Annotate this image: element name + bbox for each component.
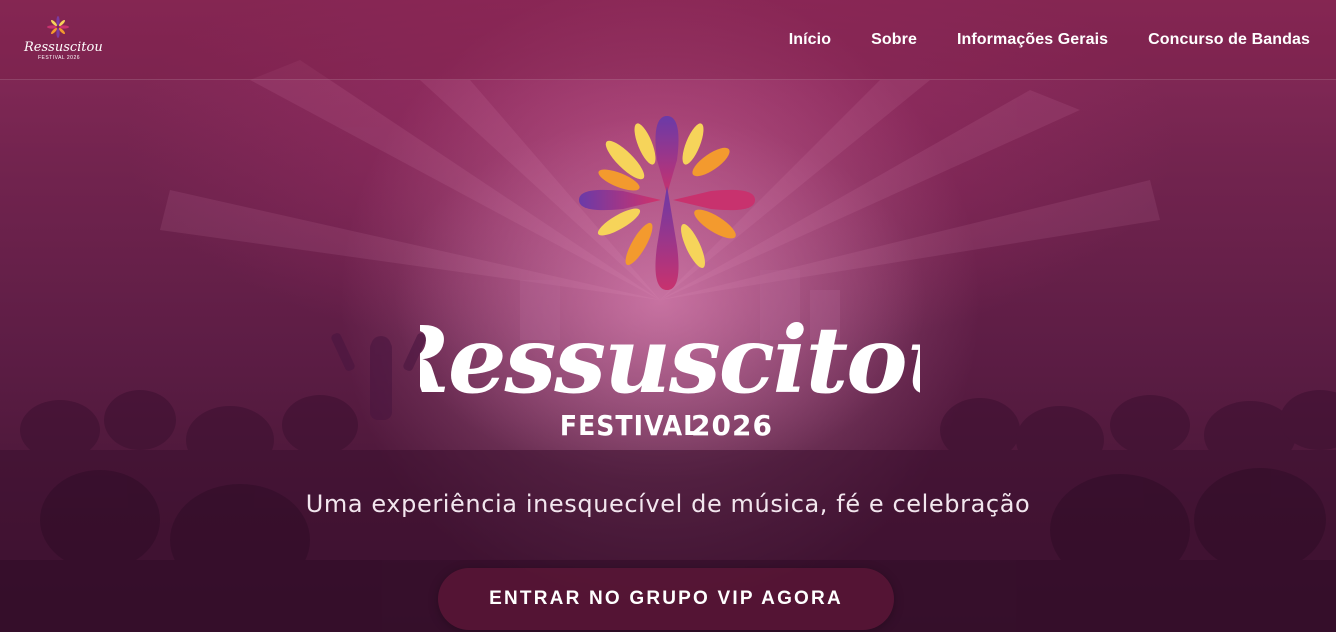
festival-logo: Ressuscitou FESTIVAL 2026 [420,116,920,442]
main-nav: Início Sobre Informações Gerais Concurso… [749,31,1310,49]
brand-logo-subtext: FESTIVAL 2026 [37,54,81,61]
hero-section: Ressuscitou FESTIVAL 2026 Início Sobre I… [0,0,1336,632]
nav-link-informacoes-gerais[interactable]: Informações Gerais [957,31,1108,49]
join-vip-group-button[interactable]: ENTRAR NO GRUPO VIP AGORA [438,568,894,630]
hero-tagline: Uma experiência inesquecível de música, … [305,490,1031,518]
brand-logo[interactable]: Ressuscitou FESTIVAL 2026 [24,15,103,65]
top-navbar: Ressuscitou FESTIVAL 2026 Início Sobre I… [0,0,1336,80]
nav-link-sobre[interactable]: Sobre [871,31,917,49]
festival-logo-festival: FESTIVAL [560,409,700,442]
brand-logo-text: Ressuscitou [24,39,103,55]
flower-icon [579,116,755,290]
festival-logo-year: 2026 [691,409,773,442]
nav-link-concurso-de-bandas[interactable]: Concurso de Bandas [1148,31,1310,49]
nav-link-inicio[interactable]: Início [789,31,831,49]
festival-logo-script: Ressuscitou [420,306,920,414]
